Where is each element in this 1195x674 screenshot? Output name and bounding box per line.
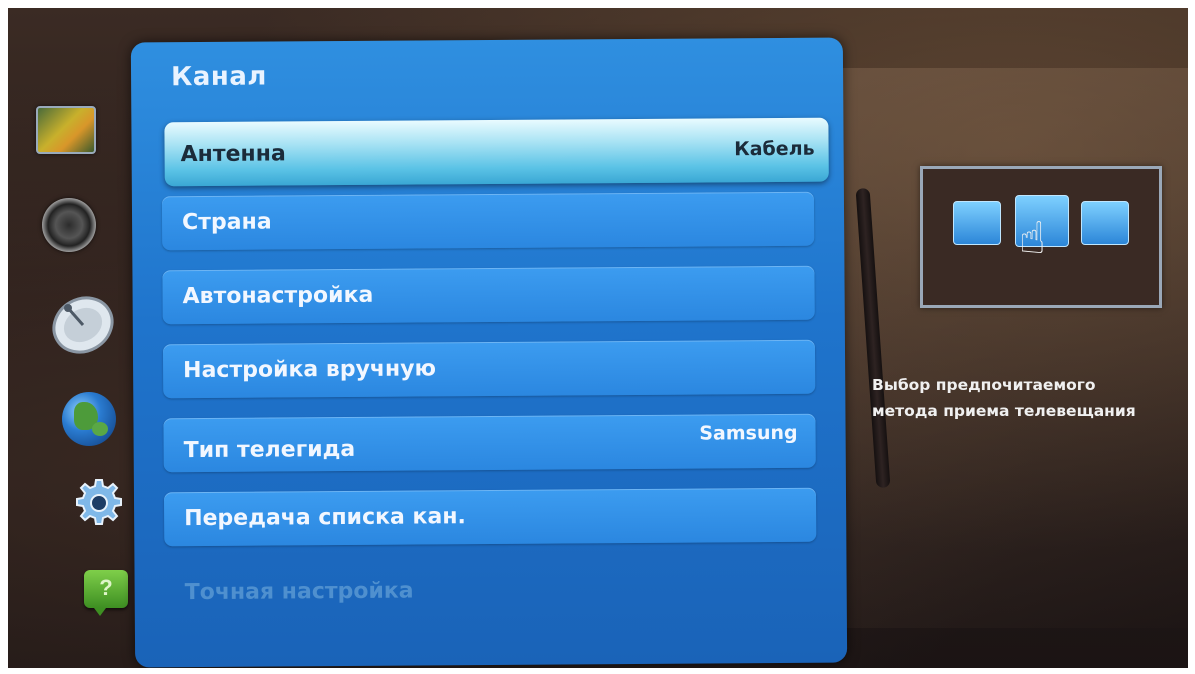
picture-icon[interactable]: [36, 106, 96, 154]
menu-item-antenna[interactable]: Антенна Кабель: [164, 117, 829, 187]
menu-item-label: Настройка вручную: [183, 356, 437, 384]
menu-item-auto-tuning[interactable]: Автонастройка: [162, 265, 815, 325]
pointer-hand-icon: ☝: [1019, 213, 1046, 264]
menu-item-label: Автонастройка: [182, 282, 374, 310]
menu-item-label: Передача списка кан.: [184, 504, 466, 532]
support-icon-glyph: ?: [99, 575, 113, 600]
help-description: Выбор предпочитаемого метода приема теле…: [872, 372, 1188, 424]
broadcast-icon[interactable]: [48, 290, 118, 360]
help-description-line-1: Выбор предпочитаемого: [872, 376, 1096, 394]
satellite-tile-icon: [1081, 201, 1129, 245]
menu-item-label: Тип телегида: [183, 436, 356, 464]
antenna-tile-icon: [953, 201, 1001, 245]
menu-item-manual-tuning[interactable]: Настройка вручную: [162, 339, 816, 399]
menu-item-guide-type[interactable]: Тип телегида Samsung: [163, 413, 816, 473]
menu-item-value: Кабель: [734, 137, 815, 161]
system-icon[interactable]: [74, 478, 124, 528]
help-description-line-2: метода приема телевещания: [872, 402, 1136, 420]
sound-icon[interactable]: [42, 198, 96, 252]
help-preview-image: ☝: [920, 166, 1162, 308]
channel-menu-panel: Канал Антенна Кабель Страна Автонастройк…: [130, 37, 848, 668]
menu-item-label: Антенна: [180, 141, 286, 168]
tv-screen: ? Канал Антенна Кабель Страна Автонастро…: [8, 8, 1188, 668]
background-reflection: [828, 68, 1188, 628]
menu-item-country[interactable]: Страна: [161, 191, 815, 251]
channel-menu-list: Антенна Кабель Страна Автонастройка Наст…: [131, 38, 847, 668]
menu-item-channel-list-transfer[interactable]: Передача списка кан.: [163, 487, 817, 547]
network-icon[interactable]: [62, 392, 116, 446]
category-sidebar: ?: [8, 8, 138, 668]
menu-item-fine-tune: Точная настройка: [164, 562, 816, 621]
menu-item-value: Samsung: [699, 421, 798, 445]
menu-item-label: Страна: [181, 209, 272, 236]
support-icon[interactable]: ?: [84, 570, 128, 616]
menu-item-label: Точная настройка: [184, 578, 414, 606]
